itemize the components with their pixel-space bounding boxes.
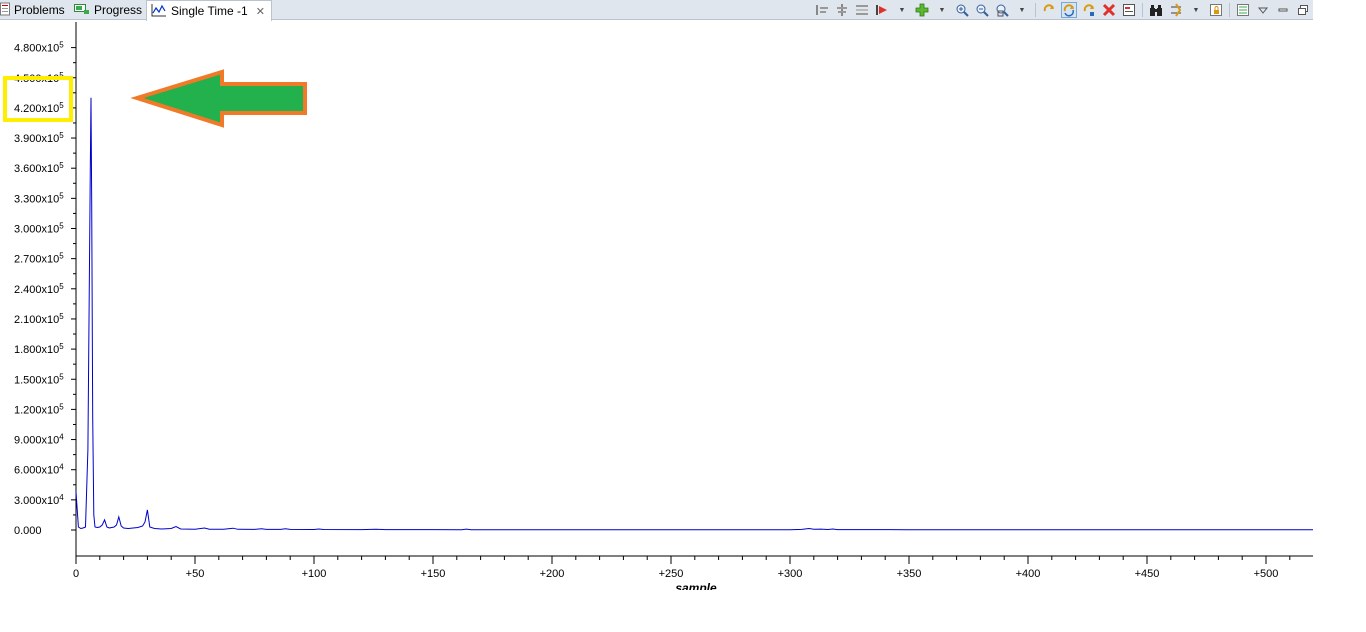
auto-refresh-icon[interactable] (1061, 2, 1077, 18)
y-tick-label: 0.000 (14, 525, 42, 537)
x-axis-label: sample (675, 581, 717, 590)
zoom-out-icon[interactable] (974, 2, 990, 18)
properties-icon[interactable] (1235, 2, 1251, 18)
maximize-icon[interactable] (1295, 2, 1311, 18)
settings-dropdown-icon[interactable]: ▼ (1188, 2, 1204, 18)
x-tick-label: +350 (897, 568, 922, 580)
tab-progress[interactable]: Progress (74, 0, 142, 20)
minimize-icon[interactable] (1275, 2, 1291, 18)
x-tick-label: +100 (302, 568, 327, 580)
y-tick-label: 2.700x105 (14, 252, 64, 266)
y-tick-label: 1.200x105 (14, 402, 64, 416)
zoom-in-icon[interactable] (954, 2, 970, 18)
tab-single-time-label: Single Time -1 (171, 4, 248, 18)
align-left-icon[interactable] (814, 2, 830, 18)
toolbar-separator (1229, 3, 1230, 17)
add-icon[interactable] (914, 2, 930, 18)
zoom-fit-icon[interactable] (994, 2, 1010, 18)
tab-problems-label: Problems (14, 3, 65, 17)
y-tick-label: 4.800x105 (14, 41, 64, 55)
settings-icon[interactable] (1168, 2, 1184, 18)
marker-dropdown-icon[interactable]: ▼ (894, 2, 910, 18)
y-tick-label: 3.000x104 (14, 493, 64, 507)
export-icon[interactable] (1121, 2, 1137, 18)
y-tick-label: 1.500x105 (14, 372, 64, 386)
y-tick-label: 2.400x105 (14, 282, 64, 296)
tab-progress-label: Progress (94, 3, 143, 17)
y-tick-label: 3.600x105 (14, 161, 64, 175)
problems-icon (0, 2, 10, 19)
progress-icon (74, 3, 90, 18)
x-tick-label: 0 (73, 568, 79, 580)
marker-icon[interactable] (874, 2, 890, 18)
y-tick-label: 4.200x105 (14, 101, 64, 115)
binoculars-icon[interactable] (1148, 2, 1164, 18)
remove-icon[interactable] (1101, 2, 1117, 18)
lock-icon[interactable] (1208, 2, 1224, 18)
x-tick-label: +300 (778, 568, 803, 580)
y-tick-label: 6.000x104 (14, 463, 64, 477)
x-tick-label: +250 (659, 568, 684, 580)
time-plot[interactable]: 4.800x1054.500x1054.200x1053.900x1053.60… (0, 20, 1313, 590)
graph-icon (151, 3, 167, 20)
close-icon[interactable]: ✕ (256, 5, 265, 18)
align-right-icon[interactable] (854, 2, 870, 18)
x-tick-label: +400 (1016, 568, 1041, 580)
y-axis: 4.800x1054.500x1054.200x1053.900x1053.60… (14, 41, 76, 537)
x-tick-label: +500 (1254, 568, 1279, 580)
y-tick-label: 1.800x105 (14, 342, 64, 356)
zoom-dropdown-icon[interactable]: ▼ (1014, 2, 1030, 18)
toolbar-separator (1142, 3, 1143, 17)
series-line (75, 97, 1313, 531)
x-tick-label: +150 (421, 568, 446, 580)
arrow-annotation (130, 69, 307, 128)
refresh-icon[interactable] (1041, 2, 1057, 18)
y-tick-label: 3.000x105 (14, 222, 64, 236)
toolbar-separator (1035, 3, 1036, 17)
refresh-continuous-icon[interactable] (1081, 2, 1097, 18)
x-tick-label: +50 (186, 568, 205, 580)
tab-single-time[interactable]: Single Time -1 ✕ (146, 0, 272, 21)
x-axis: 0 +50 +100 +150 +200 +250 +300 +350 +400 +450 +500 (73, 556, 1291, 580)
y-tick-label: 3.300x105 (14, 191, 64, 205)
y-tick-label: 9.000x104 (14, 433, 64, 447)
x-tick-label: +450 (1135, 568, 1160, 580)
view-toolbar: ▼ ▼ ▼ ▼ (812, 0, 1313, 20)
view-menu-icon[interactable] (1255, 2, 1271, 18)
add-dropdown-icon[interactable]: ▼ (934, 2, 950, 18)
y-tick-label: 3.900x105 (14, 131, 64, 145)
tab-problems[interactable]: Problems (0, 0, 65, 20)
y-tick-label: 2.100x105 (14, 312, 64, 326)
align-center-icon[interactable] (834, 2, 850, 18)
x-tick-label: +200 (540, 568, 565, 580)
